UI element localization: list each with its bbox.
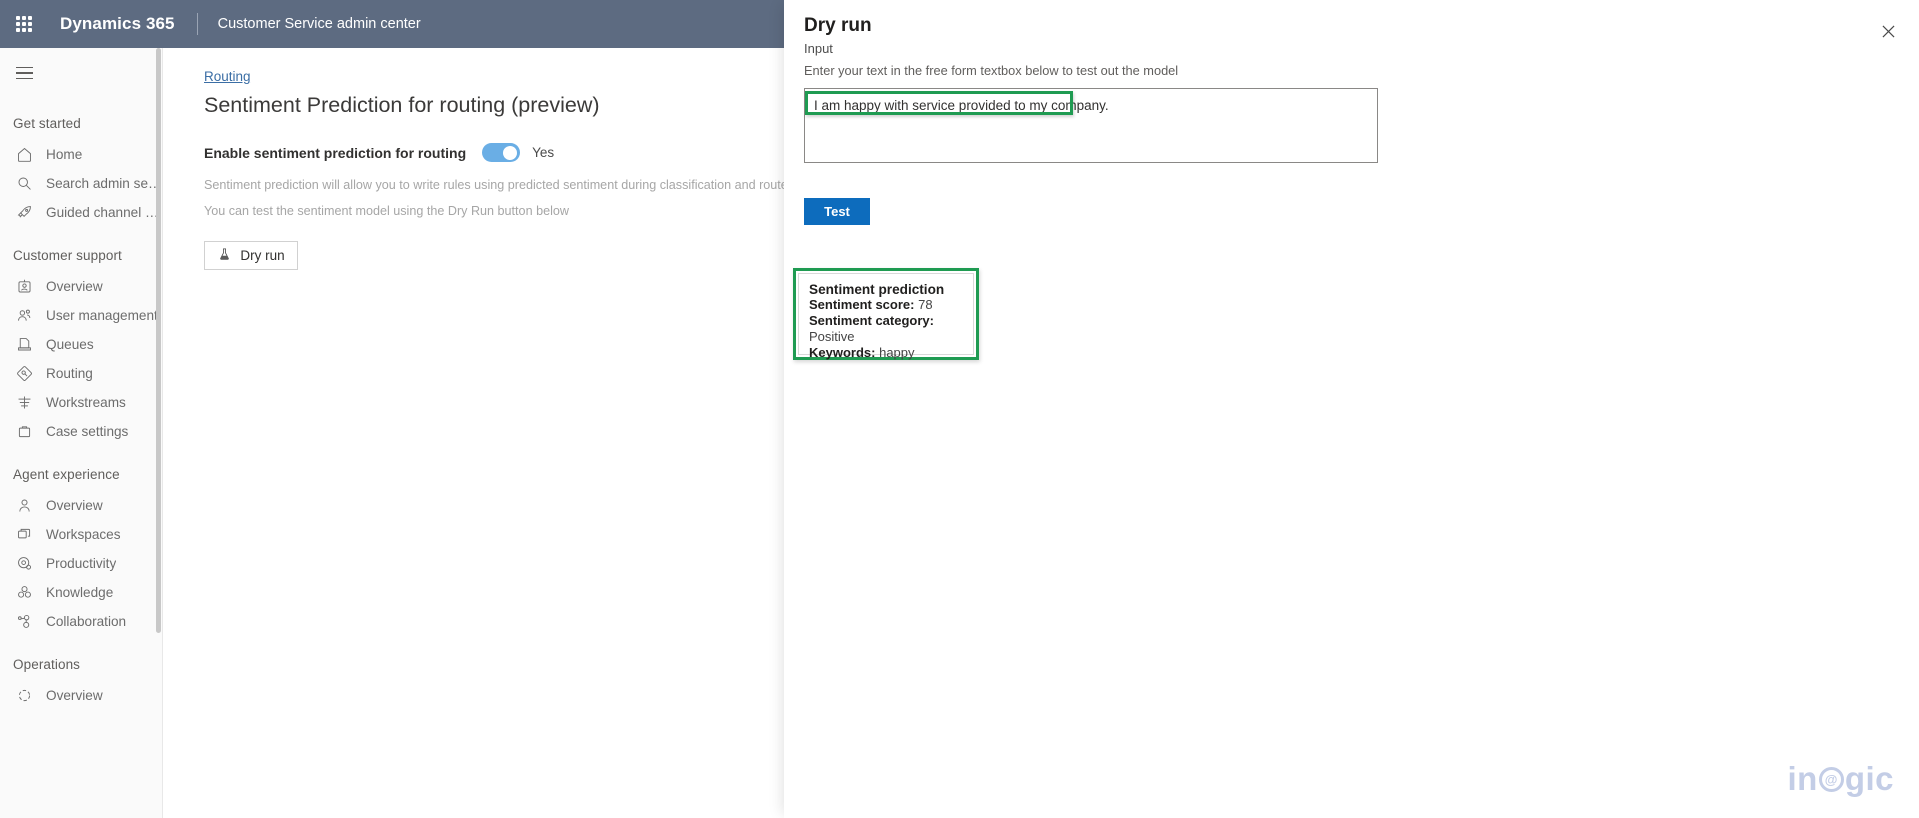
sidebar-item-label: Productivity	[46, 556, 116, 571]
nav-group-title-operations: Operations	[0, 657, 162, 672]
productivity-icon	[14, 554, 34, 574]
users-icon	[14, 306, 34, 326]
sentiment-score-value: 78	[918, 297, 932, 312]
hamburger-icon[interactable]	[0, 51, 48, 95]
sidebar-item-guided-channel-setup[interactable]: Guided channel s...	[0, 198, 162, 227]
sentiment-result-annotation-box: Sentiment prediction Sentiment score: 78…	[793, 268, 979, 360]
sidebar-item-label: Overview	[46, 498, 103, 513]
knowledge-icon	[14, 583, 34, 603]
suite-bar-divider	[197, 13, 198, 35]
app-name-label: Customer Service admin center	[218, 16, 421, 32]
toggle-label: Enable sentiment prediction for routing	[204, 145, 466, 161]
sidebar: Get started Home Search admin sett... Gu…	[0, 48, 163, 818]
flask-icon	[217, 247, 232, 265]
waffle-grid	[16, 16, 32, 32]
dry-run-panel: Dry run Input Enter your text in the fre…	[784, 0, 1919, 818]
sentiment-keywords-row: Keywords: happy	[809, 345, 963, 361]
enable-sentiment-prediction-row: Enable sentiment prediction for routing …	[204, 143, 784, 162]
dry-run-button[interactable]: Dry run	[204, 241, 298, 270]
sidebar-item-label: Case settings	[46, 424, 128, 439]
inogic-watermark: in @ gic	[1787, 760, 1894, 798]
sidebar-item-home[interactable]: Home	[0, 140, 162, 169]
sidebar-item-workspaces[interactable]: Workspaces	[0, 520, 162, 549]
search-icon	[14, 174, 34, 194]
watermark-o-icon: @	[1819, 767, 1844, 792]
routing-icon	[14, 364, 34, 384]
watermark-suffix: gic	[1845, 760, 1894, 798]
operations-overview-icon	[14, 686, 34, 706]
sidebar-item-label: Knowledge	[46, 585, 113, 600]
enable-sentiment-prediction-toggle[interactable]	[482, 143, 520, 162]
sentiment-prediction-card: Sentiment prediction Sentiment score: 78…	[798, 273, 974, 355]
sidebar-item-label: Overview	[46, 688, 103, 703]
sidebar-item-user-management[interactable]: User management	[0, 301, 162, 330]
panel-subtitle: Input	[804, 41, 833, 56]
collaboration-icon	[14, 612, 34, 632]
sidebar-item-label: Overview	[46, 279, 103, 294]
dry-run-input-wrapper	[804, 88, 1378, 163]
sidebar-item-search-admin-settings[interactable]: Search admin sett...	[0, 169, 162, 198]
main-content: Routing Sentiment Prediction for routing…	[164, 48, 784, 818]
sentiment-category-label: Sentiment category:	[809, 313, 934, 328]
sidebar-item-label: Search admin sett...	[46, 176, 162, 191]
description-line-2: You can test the sentiment model using t…	[204, 203, 784, 219]
description-line-1: Sentiment prediction will allow you to w…	[204, 177, 784, 193]
sidebar-item-knowledge[interactable]: Knowledge	[0, 578, 162, 607]
nav-group-title-agent-experience: Agent experience	[0, 467, 162, 482]
sidebar-item-productivity[interactable]: Productivity	[0, 549, 162, 578]
sidebar-item-workstreams[interactable]: Workstreams	[0, 388, 162, 417]
sidebar-item-cs-overview[interactable]: Overview	[0, 272, 162, 301]
sidebar-item-routing[interactable]: Routing	[0, 359, 162, 388]
panel-title: Dry run	[804, 15, 872, 37]
sidebar-item-queues[interactable]: Queues	[0, 330, 162, 359]
sidebar-item-label: Workspaces	[46, 527, 121, 542]
toggle-state-label: Yes	[532, 145, 554, 160]
sidebar-item-label: Routing	[46, 366, 93, 381]
sentiment-prediction-heading: Sentiment prediction	[809, 282, 963, 297]
nav-group-title-customer-support: Customer support	[0, 248, 162, 263]
sidebar-item-ops-overview[interactable]: Overview	[0, 681, 162, 710]
sidebar-item-label: Guided channel s...	[46, 205, 162, 220]
sidebar-item-case-settings[interactable]: Case settings	[0, 417, 162, 446]
close-icon[interactable]	[1873, 16, 1903, 46]
app-launcher-icon[interactable]	[0, 0, 48, 48]
windows-icon	[14, 525, 34, 545]
sentiment-keywords-label: Keywords:	[809, 345, 875, 360]
sidebar-item-label: Home	[46, 147, 82, 162]
sentiment-keywords-value: happy	[879, 345, 914, 360]
toggle-knob	[503, 146, 517, 160]
sidebar-scrollbar[interactable]	[156, 48, 161, 633]
sentiment-category-row: Sentiment category: Positive	[809, 313, 963, 345]
brand-title[interactable]: Dynamics 365	[60, 14, 175, 34]
sidebar-item-collaboration[interactable]: Collaboration	[0, 607, 162, 636]
briefcase-icon	[14, 422, 34, 442]
sidebar-item-ae-overview[interactable]: Overview	[0, 491, 162, 520]
sentiment-score-label: Sentiment score:	[809, 297, 914, 312]
person-icon	[14, 496, 34, 516]
sidebar-item-label: Queues	[46, 337, 94, 352]
dry-run-text-input[interactable]	[804, 88, 1378, 163]
panel-hint: Enter your text in the free form textbox…	[804, 63, 1178, 78]
overview-icon	[14, 277, 34, 297]
sentiment-category-value: Positive	[809, 329, 855, 344]
rocket-icon	[14, 203, 34, 223]
sidebar-item-label: User management	[46, 308, 158, 323]
dry-run-button-label: Dry run	[240, 248, 284, 263]
sidebar-item-label: Workstreams	[46, 395, 126, 410]
queues-icon	[14, 335, 34, 355]
watermark-prefix: in	[1787, 760, 1817, 798]
test-button[interactable]: Test	[804, 198, 870, 225]
nav-group-title-get-started: Get started	[0, 116, 162, 131]
breadcrumb[interactable]: Routing	[204, 69, 251, 84]
sentiment-score-row: Sentiment score: 78	[809, 297, 963, 313]
workstreams-icon	[14, 393, 34, 413]
home-icon	[14, 145, 34, 165]
page-title: Sentiment Prediction for routing (previe…	[204, 93, 784, 118]
sidebar-item-label: Collaboration	[46, 614, 126, 629]
